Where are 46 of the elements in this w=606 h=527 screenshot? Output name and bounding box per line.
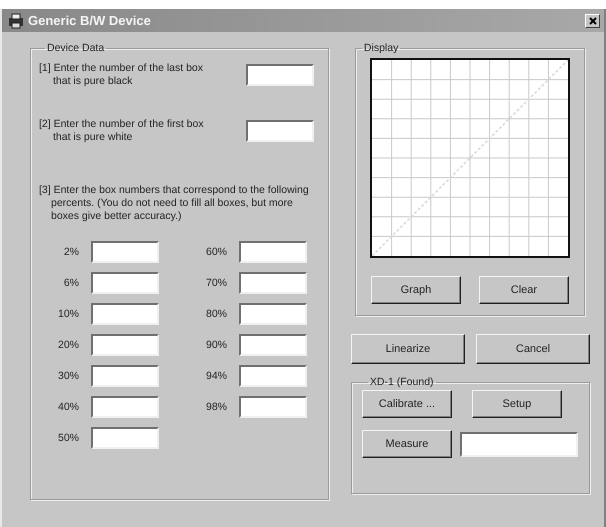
input-field[interactable]	[91, 396, 159, 418]
device-button[interactable]: Calibrate ...	[362, 390, 452, 418]
percent-label: 2%	[62, 246, 79, 258]
group-title: Device Data	[46, 42, 106, 54]
percent-label: 6%	[62, 277, 79, 289]
measurement-field[interactable]	[460, 432, 578, 456]
device-button[interactable]: Setup	[472, 390, 562, 418]
graph-button[interactable]: Graph	[370, 276, 461, 304]
input-field[interactable]	[91, 272, 159, 294]
percent-label: 40%	[56, 401, 79, 413]
input-field[interactable]	[91, 427, 159, 449]
instruction-text: [3] Enter the box numbers that correspond to the following percents. (You do not need to fill all boxes, but more boxes give better accuracy.)	[39, 184, 310, 223]
input-field[interactable]	[91, 303, 159, 325]
graph-button[interactable]: Clear	[478, 276, 569, 304]
percent-label: 70%	[204, 277, 227, 289]
percent-label: 20%	[56, 339, 79, 351]
input-field[interactable]	[91, 241, 159, 263]
input-field[interactable]	[91, 365, 159, 387]
measure-button[interactable]: Measure	[362, 430, 452, 458]
input-field[interactable]	[239, 365, 307, 387]
action-button[interactable]: Cancel	[476, 334, 590, 364]
input-field[interactable]	[239, 334, 307, 356]
instruction-text: [1] Enter the number of the last box that is pure black	[39, 62, 204, 88]
group-title: XD-1 (Found)	[368, 376, 435, 388]
input-field[interactable]	[239, 396, 307, 418]
percent-label: 30%	[56, 370, 79, 382]
input-field[interactable]	[91, 334, 159, 356]
percent-label: 60%	[204, 246, 227, 258]
percent-label: 94%	[204, 370, 227, 382]
percent-label: 50%	[56, 432, 79, 444]
percent-label: 90%	[204, 339, 227, 351]
window-title: Generic B/W Device	[28, 13, 152, 28]
input-field[interactable]	[239, 272, 307, 294]
group-title: Display	[362, 42, 400, 54]
printer-icon	[8, 12, 24, 28]
close-icon	[588, 16, 596, 24]
percent-label: 80%	[204, 308, 227, 320]
percent-label: 98%	[204, 401, 227, 413]
input-field[interactable]	[239, 241, 307, 263]
percent-label: 10%	[56, 308, 79, 320]
input-field[interactable]	[246, 64, 314, 86]
action-button[interactable]: Linearize	[350, 334, 465, 364]
close-button[interactable]	[585, 14, 600, 28]
input-field[interactable]	[246, 120, 314, 142]
input-field[interactable]	[239, 303, 307, 325]
instruction-text: [2] Enter the number of the first box that is pure white	[39, 118, 205, 144]
